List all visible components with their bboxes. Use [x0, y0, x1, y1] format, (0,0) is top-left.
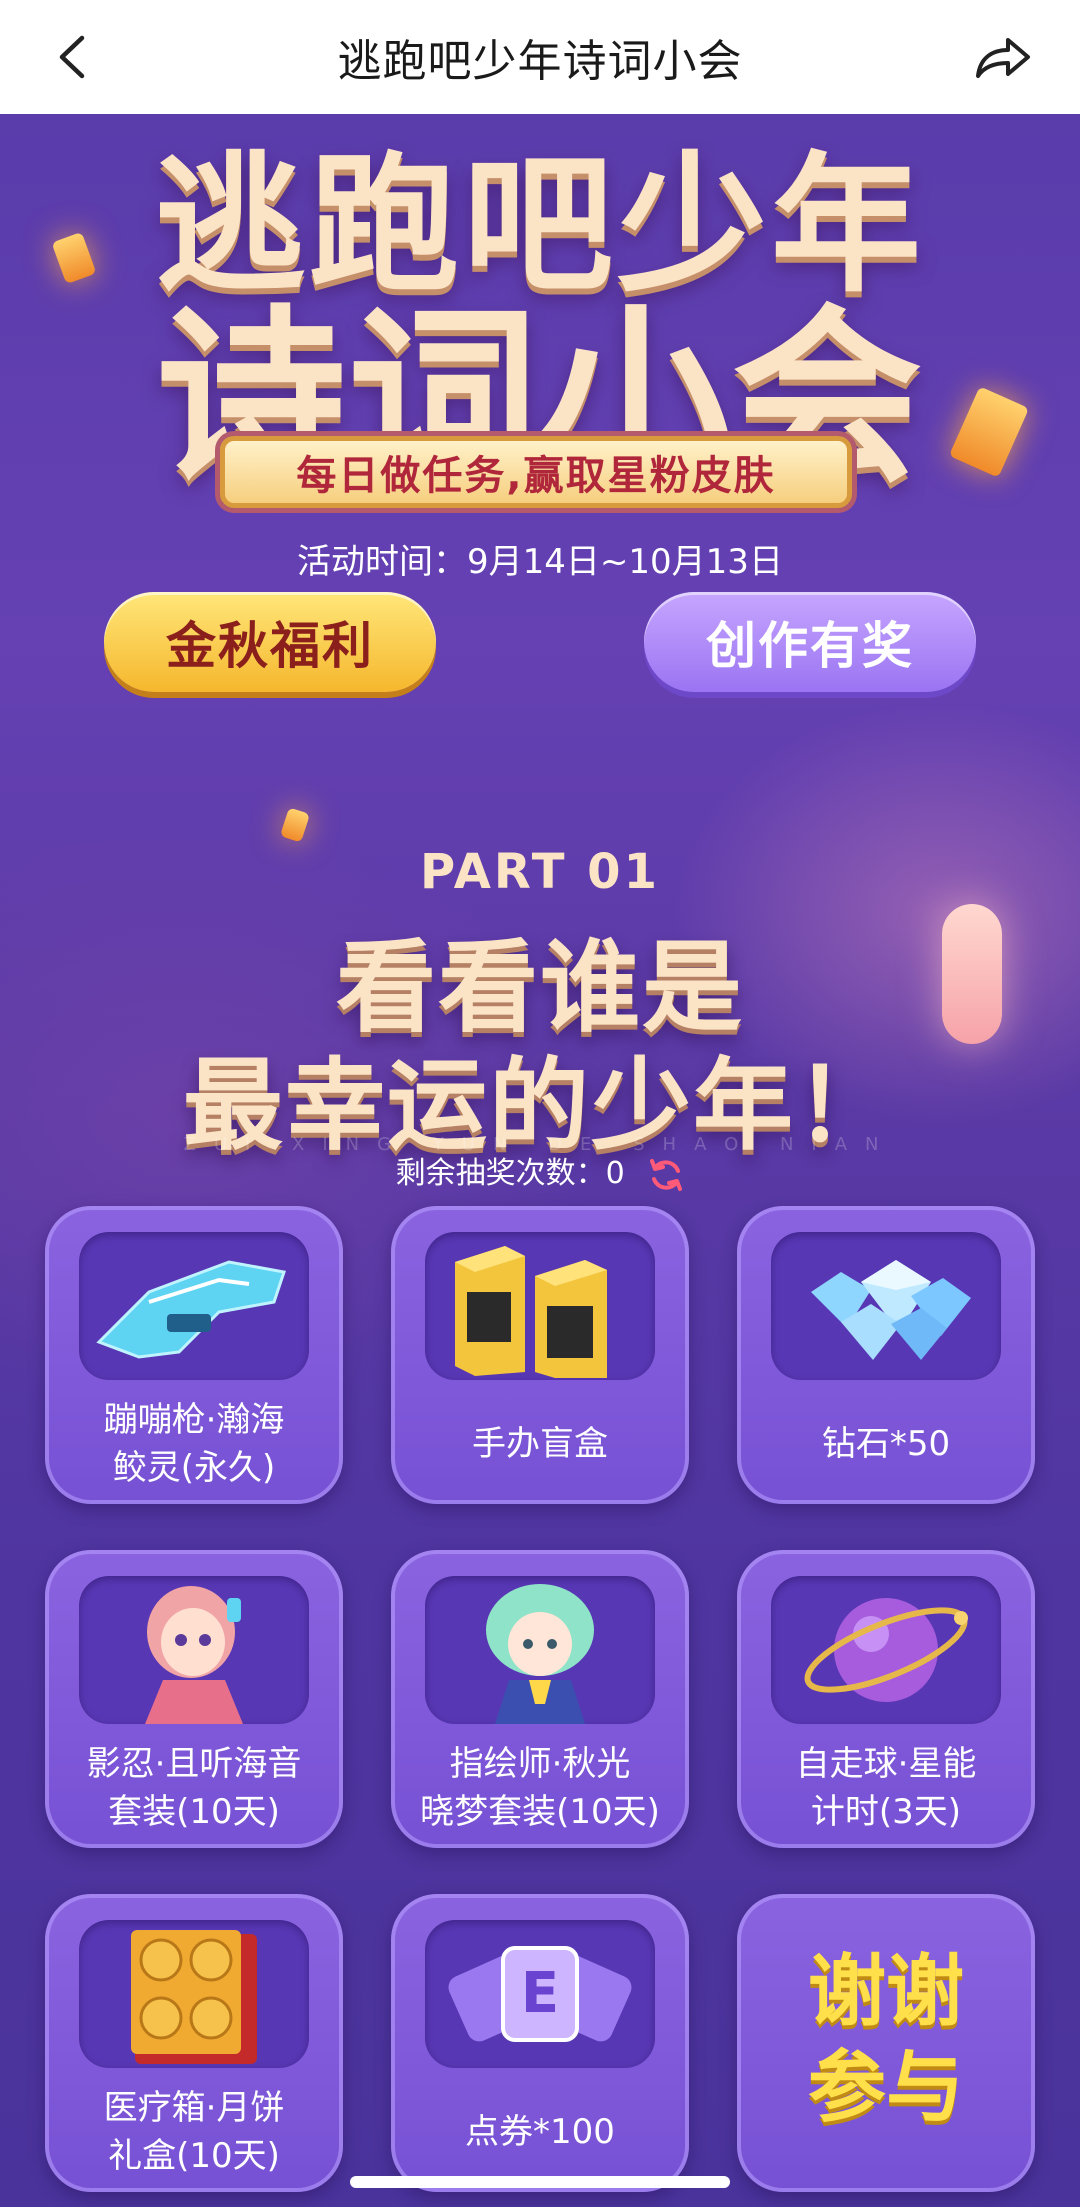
prize-card[interactable]: E 点券*100: [391, 1894, 689, 2192]
remaining-draws-label: 剩余抽奖次数：: [395, 1156, 606, 1191]
prize-card[interactable]: 影忍·且听海音 套装(10天): [45, 1550, 343, 1848]
mooncake-box-icon: [79, 1920, 309, 2068]
creation-reward-button[interactable]: 创作有奖: [644, 592, 976, 692]
prize-card[interactable]: 手办盲盒: [391, 1206, 689, 1504]
autumn-welfare-button[interactable]: 金秋福利: [104, 592, 436, 692]
svg-text:E: E: [521, 1961, 559, 2026]
prize-label: 蹦嘣枪·瀚海 鲛灵(永久): [103, 1400, 285, 1488]
prize-label: 手办盲盒: [472, 1424, 608, 1464]
share-icon[interactable]: [972, 32, 1032, 82]
orb-icon: [771, 1576, 1001, 1724]
coupon-icon: E: [425, 1920, 655, 2068]
prize-label: 钻石*50: [821, 1424, 951, 1464]
back-arrow-icon[interactable]: [48, 32, 98, 82]
remaining-draws-count: 0: [605, 1156, 625, 1191]
character-ninja-icon: [79, 1576, 309, 1724]
prize-card[interactable]: 蹦嘣枪·瀚海 鲛灵(永久): [45, 1206, 343, 1504]
page-title: 逃跑吧少年诗词小会: [337, 36, 743, 87]
prize-label: 医疗箱·月饼 礼盒(10天): [103, 2088, 285, 2176]
prize-label: 影忍·且听海音 套装(10天): [86, 1744, 302, 1832]
part-label: PART 01: [420, 844, 660, 900]
activity-page: 逃跑吧少年 诗词小会 每日做任务,赢取星粉皮肤 活动时间：9月14日~10月13…: [0, 114, 1080, 2207]
prize-label: 自走球·星能 计时(3天): [795, 1744, 977, 1832]
prize-card-thanks[interactable]: 谢谢 参与: [737, 1894, 1035, 2192]
prize-label: 指绘师·秋光 晓梦套装(10天): [420, 1744, 660, 1832]
gun-icon: [79, 1232, 309, 1380]
prize-label: 点券*100: [465, 2112, 615, 2152]
thanks-label: 谢谢 参与: [807, 1946, 964, 2133]
prize-card[interactable]: 自走球·星能 计时(3天): [737, 1550, 1035, 1848]
remaining-draws: 剩余抽奖次数：0: [0, 1148, 1080, 1193]
character-painter-icon: [425, 1576, 655, 1724]
prize-card[interactable]: 钻石*50: [737, 1206, 1035, 1504]
top-nav-bar: 逃跑吧少年诗词小会: [0, 0, 1080, 114]
lantern-decoration: [279, 807, 311, 843]
prize-card[interactable]: 医疗箱·月饼 礼盒(10天): [45, 1894, 343, 2192]
task-ribbon: 每日做任务,赢取星粉皮肤: [220, 436, 852, 508]
blind-box-icon: [425, 1232, 655, 1380]
activity-time: 活动时间：9月14日~10月13日: [297, 542, 783, 582]
home-indicator: [350, 2176, 730, 2188]
prize-card[interactable]: 指绘师·秋光 晓梦套装(10天): [391, 1550, 689, 1848]
diamond-icon: [771, 1232, 1001, 1380]
refresh-icon[interactable]: [648, 1157, 684, 1193]
